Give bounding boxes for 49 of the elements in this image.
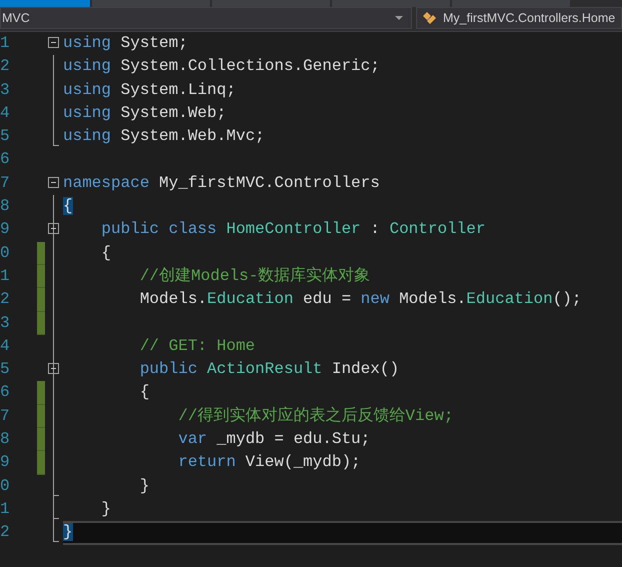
line-number: 4 xyxy=(0,102,11,124)
line-number: 2 xyxy=(0,289,11,310)
member-dropdown[interactable]: My_firstMVC.Controllers.Home xyxy=(416,7,622,29)
line-number: 2 xyxy=(0,56,11,78)
code-line: //创建Models-数据库实体对象 xyxy=(138,266,370,285)
code-line: namespace My_firstMVC.Controllers xyxy=(63,174,380,192)
code-line: { xyxy=(138,383,150,402)
class-icon xyxy=(421,10,439,26)
code-line: public class HomeController : Controller xyxy=(100,220,486,238)
line-number: 8 xyxy=(0,196,11,218)
code-line: } xyxy=(100,500,112,518)
line-number: 5 xyxy=(0,126,11,148)
dropdown-arrow-icon xyxy=(395,16,403,20)
document-tab[interactable] xyxy=(0,0,90,7)
code-line: using System; xyxy=(63,34,188,52)
line-number: 6 xyxy=(0,149,11,170)
code-line: //得到实体对应的表之后反馈给View; xyxy=(177,406,454,425)
collapse-icon[interactable] xyxy=(48,176,59,188)
line-number: 1 xyxy=(0,33,11,54)
code-line: // GET: Home xyxy=(138,336,256,355)
line-number: 5 xyxy=(0,359,11,380)
line-number: 2 xyxy=(0,522,11,544)
line-number: 4 xyxy=(0,336,11,357)
line-number: 7 xyxy=(0,406,11,427)
code-line: var _mydb = edu.Stu; xyxy=(177,430,370,448)
line-number: 3 xyxy=(0,80,11,101)
code-line: using System.Collections.Generic; xyxy=(63,57,380,76)
code-line: { xyxy=(100,244,112,262)
collapse-icon[interactable] xyxy=(48,223,59,234)
code-line: return View(_mydb); xyxy=(177,453,361,472)
code-line: } xyxy=(138,476,150,495)
collapse-icon[interactable] xyxy=(48,363,59,374)
line-number: 9 xyxy=(0,452,11,474)
code-line: using System.Linq; xyxy=(63,80,236,99)
line-number: 9 xyxy=(0,219,11,240)
line-number: 3 xyxy=(0,312,11,334)
line-number: 6 xyxy=(0,382,11,404)
code-line: using System.Web.Mvc; xyxy=(63,127,265,146)
code-line: Models.Education edu = new Models.Education(); xyxy=(138,290,582,308)
project-dropdown[interactable]: MVC xyxy=(0,7,412,29)
line-number: 7 xyxy=(0,172,11,194)
line-number: 1 xyxy=(0,498,11,520)
line-number: 0 xyxy=(0,476,11,497)
line-number: 1 xyxy=(0,266,11,287)
collapse-icon[interactable] xyxy=(48,37,59,48)
line-number: 8 xyxy=(0,429,11,450)
code-line: using System.Web; xyxy=(63,104,226,122)
line-number: 0 xyxy=(0,242,11,264)
code-line: public ActionResult Index() xyxy=(138,360,400,378)
